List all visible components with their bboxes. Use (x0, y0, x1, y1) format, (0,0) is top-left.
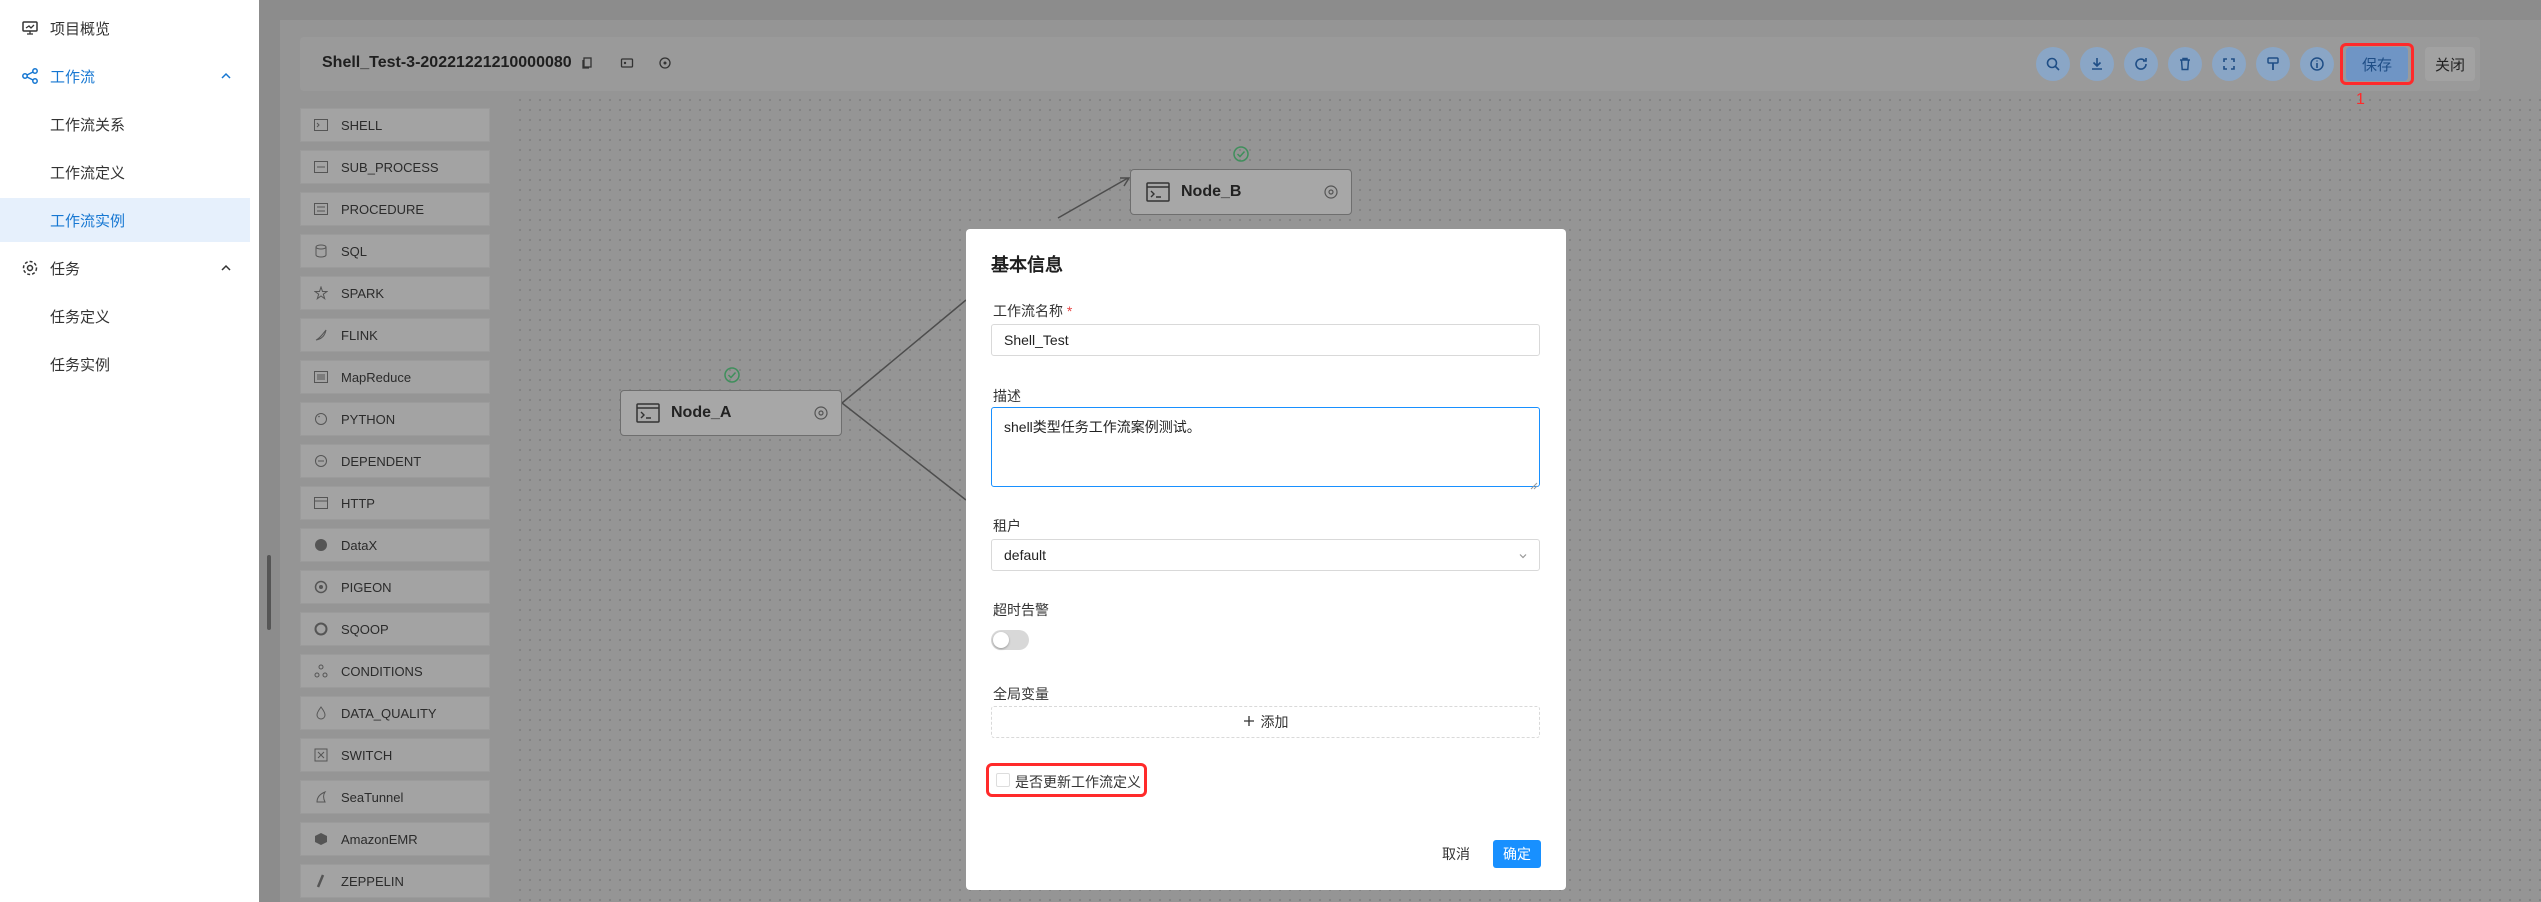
dag-node-a[interactable]: Node_A (620, 390, 842, 436)
node-settings-icon[interactable] (813, 405, 829, 426)
plus-icon (1243, 714, 1255, 730)
timeout-alert-label: 超时告警 (993, 602, 1049, 618)
chevron-down-icon (1517, 549, 1529, 565)
tenant-select-value: default (1004, 547, 1047, 563)
node-status-success-icon (1232, 145, 1250, 168)
resize-grip-icon[interactable] (1530, 477, 1538, 495)
workflow-name-label: 工作流名称 * (993, 301, 1072, 321)
node-status-success-icon (723, 366, 741, 389)
required-mark: * (1066, 303, 1073, 319)
dag-node-b[interactable]: Node_B (1130, 169, 1352, 215)
tenant-label: 租户 (993, 518, 1021, 534)
node-label: Node_B (1181, 183, 1242, 200)
node-settings-icon[interactable] (1323, 184, 1339, 205)
modal-title: 基本信息 (991, 255, 1063, 275)
description-label: 描述 (993, 388, 1021, 404)
toggle-knob (993, 632, 1009, 648)
workflow-name-label-text: 工作流名称 (993, 303, 1063, 319)
terminal-icon (1145, 181, 1171, 203)
cancel-button[interactable]: 取消 (1434, 840, 1478, 868)
global-vars-label: 全局变量 (993, 686, 1049, 702)
highlight-box-update (986, 763, 1147, 797)
timeout-alert-toggle[interactable] (991, 630, 1029, 650)
node-label: Node_A (671, 404, 732, 421)
workflow-name-input[interactable]: Shell_Test (991, 324, 1540, 356)
confirm-button[interactable]: 确定 (1493, 840, 1541, 868)
add-label: 添加 (1260, 714, 1289, 730)
terminal-icon (635, 402, 661, 424)
tenant-select[interactable]: default (991, 539, 1540, 571)
description-textarea[interactable]: shell类型任务工作流案例测试。 (991, 407, 1540, 487)
add-global-var-button[interactable]: 添加 (991, 706, 1540, 738)
